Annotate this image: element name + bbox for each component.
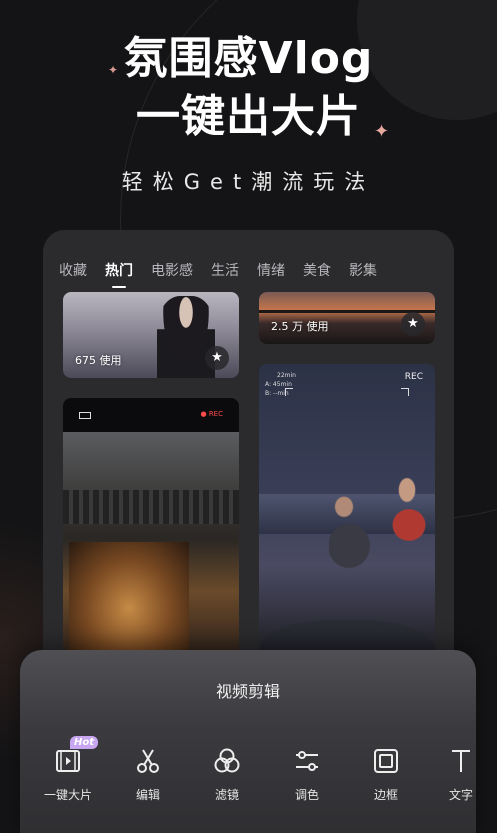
tab-life[interactable]: 生活 <box>211 258 239 288</box>
tool-frame[interactable]: 边框 <box>356 746 416 803</box>
battery-icon <box>79 412 91 419</box>
filter-icon <box>214 748 240 773</box>
tab-popular[interactable]: 热门 <box>105 258 133 288</box>
sparkle-icon: ✦ <box>108 63 119 77</box>
template-panel: 收藏 热门 电影感 生活 情绪 美食 影集 675 使用 ★ 2.5 万 使用 … <box>43 230 454 700</box>
rec-indicator: REC <box>404 372 423 382</box>
tab-album[interactable]: 影集 <box>349 258 377 288</box>
star-icon[interactable]: ★ <box>401 312 425 336</box>
tool-text[interactable]: 文字 <box>436 746 486 803</box>
tab-favorites[interactable]: 收藏 <box>59 258 87 288</box>
tool-label: 文字 <box>448 788 473 802</box>
tool-label: 一键大片 <box>43 788 92 802</box>
tool-filter[interactable]: 滤镜 <box>197 746 257 803</box>
category-tabs: 收藏 热门 电影感 生活 情绪 美食 影集 <box>43 258 454 288</box>
viewfinder-corner <box>401 388 409 396</box>
rec-indicator: ● REC <box>200 410 223 418</box>
camera-hud: 22min <box>277 372 296 379</box>
sparkle-icon: ✦ <box>374 121 390 142</box>
tool-label: 边框 <box>373 788 398 802</box>
usage-count: 675 使用 <box>75 354 122 367</box>
headline-line-2: 一键出大片 <box>136 91 361 142</box>
template-card[interactable]: 675 使用 ★ <box>63 292 239 378</box>
tab-mood[interactable]: 情绪 <box>257 258 285 288</box>
tool-bar: Hot 一键大片 编辑 滤镜 调色 边框 文字 <box>0 736 476 816</box>
adjust-icon <box>296 751 318 771</box>
template-thumbnail <box>329 462 429 602</box>
tab-cinematic[interactable]: 电影感 <box>151 258 193 288</box>
tool-one-click[interactable]: Hot 一键大片 <box>38 736 99 803</box>
tool-label: 编辑 <box>135 788 160 802</box>
tool-edit[interactable]: 编辑 <box>118 746 178 803</box>
viewfinder-corner <box>285 388 293 396</box>
tab-food[interactable]: 美食 <box>303 258 331 288</box>
headline-line-1: 氛围感Vlog <box>123 33 374 84</box>
hot-badge: Hot <box>70 736 99 749</box>
scissors-icon <box>137 749 159 773</box>
headline: 氛围感Vlog 一键出大片 <box>0 30 497 146</box>
camera-hud: ● REC <box>63 408 239 426</box>
frame-icon <box>374 749 398 773</box>
star-icon[interactable]: ★ <box>205 346 229 370</box>
tool-color-grade[interactable]: 调色 <box>277 746 337 803</box>
template-thumbnail <box>157 296 215 378</box>
video-icon <box>56 750 80 772</box>
usage-count: 2.5 万 使用 <box>271 320 329 333</box>
tool-label: 调色 <box>294 788 319 802</box>
sheet-title: 视频剪辑 <box>215 682 280 701</box>
tool-label: 滤镜 <box>214 788 239 802</box>
text-icon <box>452 750 470 772</box>
template-card[interactable]: 2.5 万 使用 ★ <box>259 292 435 344</box>
subheadline: 轻松Get潮流玩法 <box>121 170 376 194</box>
